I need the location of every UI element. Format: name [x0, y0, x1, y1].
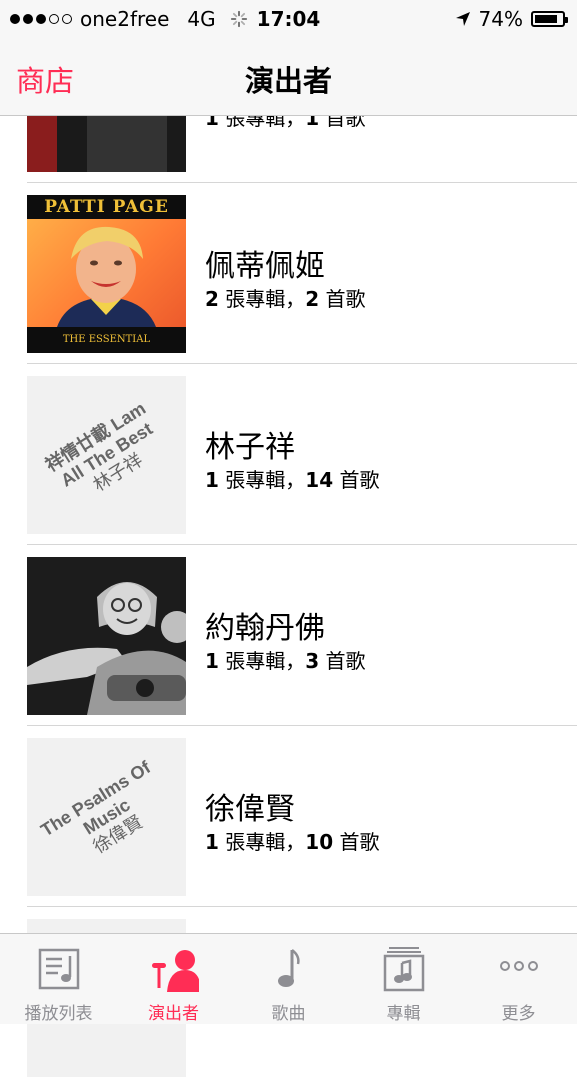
album-art-text: 祥情廿載 Lam All The Best 林子祥 [41, 398, 156, 496]
portrait-photo [27, 557, 186, 715]
music-note-icon [277, 949, 300, 987]
tab-playlists[interactable]: 播放列表 [1, 934, 116, 1024]
tab-bar: 播放列表 演出者 歌曲 專輯 更多 [0, 933, 577, 1024]
playlist-icon [38, 948, 79, 990]
album-art-title: PATTI PAGE [27, 195, 186, 219]
portrait-illustration [57, 226, 156, 327]
tab-albums[interactable]: 專輯 [346, 934, 461, 1024]
status-right: 74% [455, 7, 568, 31]
navigation-bar: 商店 演出者 [0, 38, 577, 116]
artist-meta: 1 張專輯，10 首歌 [205, 830, 380, 854]
tab-label: 更多 [501, 1004, 536, 1024]
album-art-text: The Psalms Of Music 徐偉賢 [36, 757, 154, 858]
artist-meta: 1 張專輯，3 首歌 [205, 649, 366, 673]
tab-artists[interactable]: 演出者 [116, 934, 231, 1024]
list-item[interactable]: PATTI PAGE THE ESSENTIAL COLLECTION 佩蒂佩姬… [0, 183, 577, 364]
tab-label: 專輯 [386, 1004, 421, 1024]
status-bar: one2free 4G 17:04 74% [0, 0, 577, 38]
tab-songs[interactable]: 歌曲 [231, 934, 346, 1024]
album-art [27, 557, 186, 715]
album-art: The Psalms Of Music 徐偉賢 [27, 738, 186, 896]
artist-meta: 2 張專輯，2 首歌 [205, 287, 366, 311]
list-item[interactable]: 約翰丹佛 1 張專輯，3 首歌 [0, 545, 577, 726]
album-art: 祥情廿載 Lam All The Best 林子祥 [27, 376, 186, 534]
artist-name: 約翰丹佛 [205, 611, 325, 646]
artist-icon [151, 950, 199, 992]
artist-name: 佩蒂佩姬 [205, 249, 325, 284]
artist-meta: 1 張專輯，14 首歌 [205, 468, 380, 492]
tab-more[interactable]: 更多 [461, 934, 576, 1024]
location-arrow-icon [455, 12, 470, 26]
artist-name: 林子祥 [205, 430, 295, 465]
page-title: 演出者 [244, 64, 332, 98]
more-icon [499, 961, 538, 971]
album-art-subtitle: THE ESSENTIAL COLLECTION [27, 327, 186, 353]
tab-label: 播放列表 [24, 1004, 93, 1024]
tab-label: 演出者 [148, 1004, 199, 1024]
tab-label: 歌曲 [271, 1004, 306, 1024]
list-item[interactable]: 祥情廿載 Lam All The Best 林子祥 林子祥 1 張專輯，14 首… [0, 364, 577, 545]
artist-name: 徐偉賢 [205, 792, 295, 827]
battery-percent: 74% [478, 7, 523, 31]
battery-icon [531, 11, 568, 27]
list-item[interactable]: The Psalms Of Music 徐偉賢 徐偉賢 1 張專輯，10 首歌 [0, 726, 577, 907]
album-art: PATTI PAGE THE ESSENTIAL COLLECTION [27, 195, 186, 353]
album-icon [383, 947, 424, 992]
